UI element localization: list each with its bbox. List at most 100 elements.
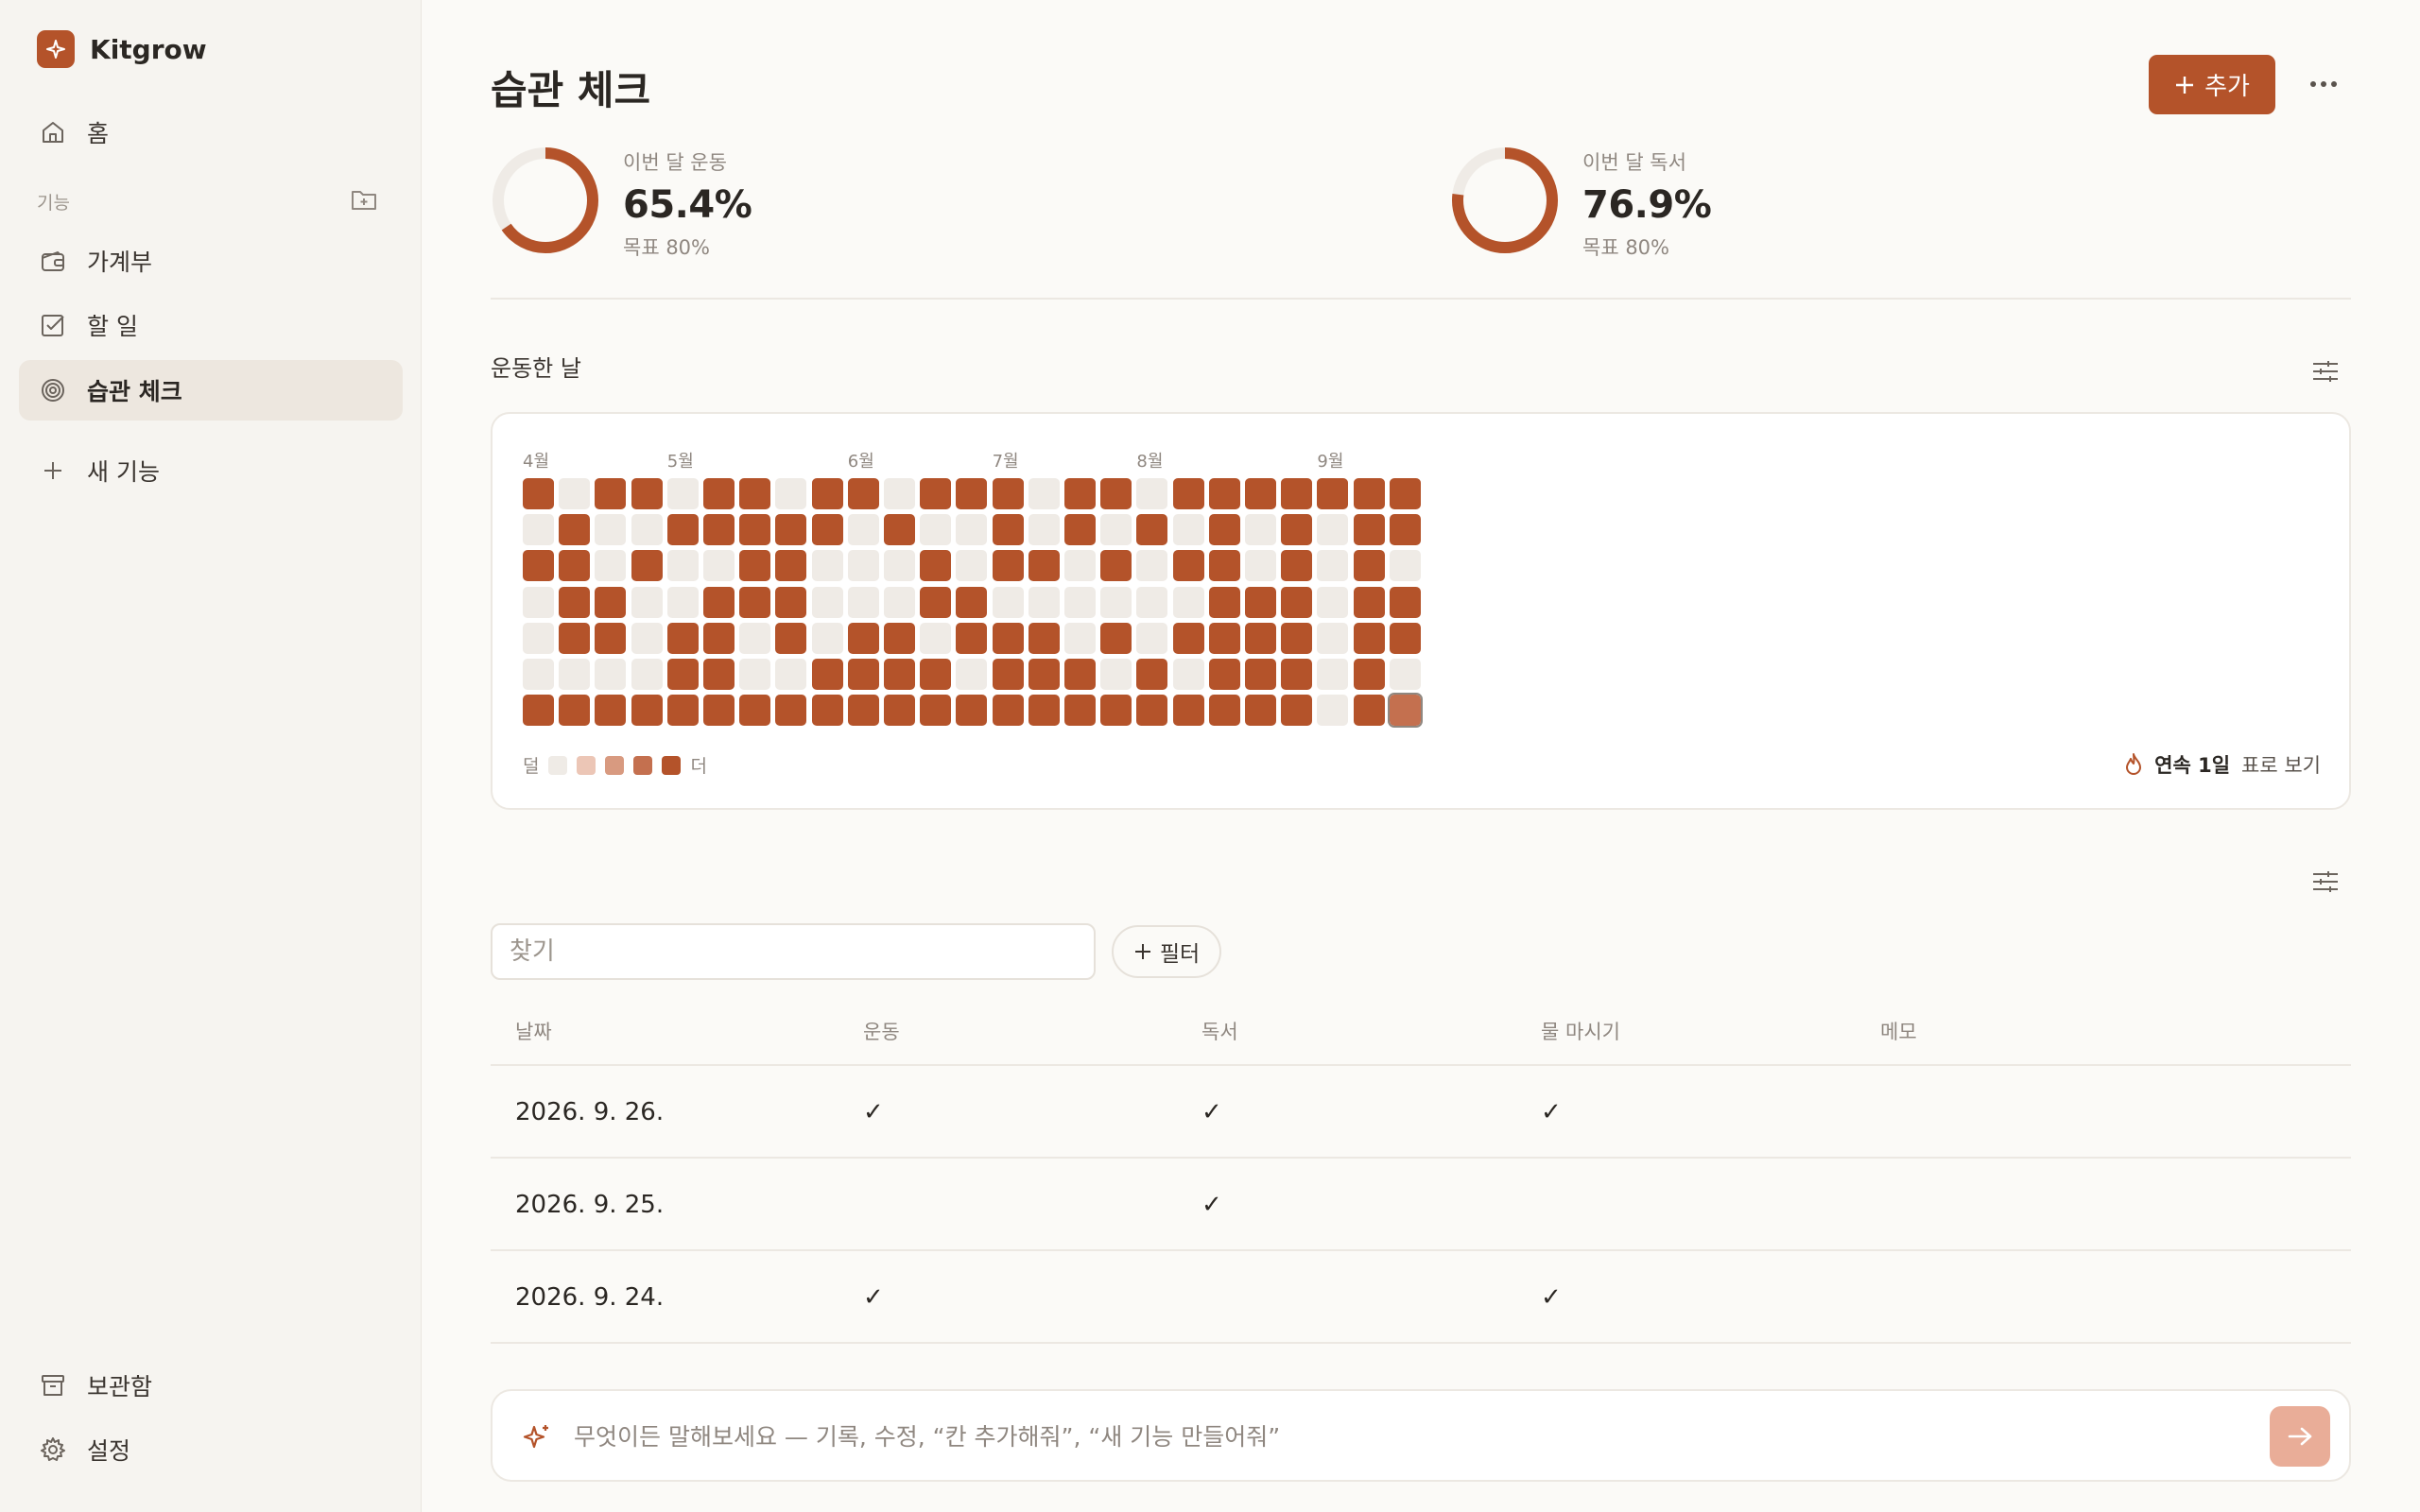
heatmap-cell[interactable] (595, 659, 627, 690)
heatmap-cell[interactable] (1172, 695, 1204, 727)
heatmap-cell[interactable] (523, 659, 554, 690)
heatmap-cell[interactable] (631, 586, 663, 618)
sidebar-item-new-feature[interactable]: 새 기능 (19, 440, 403, 501)
heatmap-cell[interactable] (956, 586, 988, 618)
search-input[interactable] (491, 923, 1096, 980)
heatmap-cell[interactable] (739, 659, 771, 690)
heatmap-cell[interactable] (1208, 514, 1240, 546)
brand[interactable]: Kitgrow (37, 30, 207, 68)
heatmap-cell[interactable] (775, 622, 807, 654)
cell-water[interactable]: ✓ (1541, 1283, 1562, 1312)
table-row[interactable]: 2026. 9. 24. ✓ ✓ (491, 1251, 2351, 1344)
heatmap-cell[interactable] (1389, 659, 1421, 690)
heatmap-cell[interactable] (523, 586, 554, 618)
heatmap-cell[interactable] (847, 514, 879, 546)
heatmap-cell[interactable] (1064, 478, 1096, 509)
more-options-icon[interactable] (2305, 68, 2342, 100)
heatmap-cell[interactable] (1208, 622, 1240, 654)
heatmap-cell[interactable] (884, 659, 915, 690)
heatmap-cell[interactable] (1172, 514, 1204, 546)
heatmap-cell[interactable] (1389, 514, 1421, 546)
heatmap-cell[interactable] (956, 550, 988, 582)
heatmap-cell[interactable] (1136, 659, 1168, 690)
heatmap-cell[interactable] (1317, 586, 1349, 618)
sidebar-item-habit-check[interactable]: 습관 체크 (19, 360, 403, 421)
heatmap-cell[interactable] (956, 695, 988, 727)
heatmap-cell[interactable] (811, 622, 843, 654)
heatmap-cell[interactable] (631, 550, 663, 582)
heatmap-cell[interactable] (631, 659, 663, 690)
heatmap-cell[interactable] (1172, 659, 1204, 690)
heatmap-cell[interactable] (703, 695, 735, 727)
table-view-link[interactable]: 표로 보기 (2241, 750, 2321, 779)
heatmap-cell[interactable] (847, 586, 879, 618)
heatmap-cell[interactable] (559, 478, 591, 509)
heatmap-cell[interactable] (1353, 622, 1385, 654)
heatmap-cell[interactable] (666, 659, 699, 690)
heatmap-cell[interactable] (666, 695, 699, 727)
heatmap-cell[interactable] (775, 695, 807, 727)
sidebar-item-settings[interactable]: 설정 (19, 1419, 403, 1480)
heatmap-cell[interactable] (1208, 695, 1240, 727)
heatmap-cell[interactable] (775, 550, 807, 582)
sliders-icon[interactable] (2308, 868, 2342, 896)
heatmap-cell[interactable] (1028, 659, 1060, 690)
heatmap-cell[interactable] (884, 586, 915, 618)
add-button[interactable]: 추가 (2149, 55, 2275, 114)
heatmap-cell[interactable] (956, 622, 988, 654)
heatmap-cell[interactable] (811, 586, 843, 618)
heatmap-cell[interactable] (1136, 478, 1168, 509)
heatmap-cell[interactable] (1281, 659, 1313, 690)
heatmap-cell[interactable] (992, 586, 1024, 618)
heatmap-cell[interactable] (920, 622, 952, 654)
heatmap-cell[interactable] (1100, 622, 1132, 654)
heatmap-cell[interactable] (956, 478, 988, 509)
heatmap-cell[interactable] (1172, 478, 1204, 509)
heatmap-cell[interactable] (1028, 478, 1060, 509)
heatmap-cell[interactable] (1281, 622, 1313, 654)
heatmap-cell[interactable] (847, 550, 879, 582)
heatmap-cell[interactable] (775, 478, 807, 509)
cell-reading[interactable]: ✓ (1201, 1098, 1222, 1126)
heatmap-cell[interactable] (1317, 478, 1349, 509)
heatmap-cell[interactable] (739, 478, 771, 509)
heatmap-cell[interactable] (739, 514, 771, 546)
heatmap-cell[interactable] (1281, 478, 1313, 509)
heatmap-cell[interactable] (920, 514, 952, 546)
heatmap-cell[interactable] (1208, 478, 1240, 509)
heatmap-cell[interactable] (703, 622, 735, 654)
heatmap-cell[interactable] (992, 514, 1024, 546)
heatmap-cell[interactable] (956, 659, 988, 690)
heatmap-cell[interactable] (1353, 695, 1385, 727)
heatmap-cell[interactable] (1064, 550, 1096, 582)
heatmap-cell[interactable] (739, 586, 771, 618)
heatmap-cell[interactable] (559, 622, 591, 654)
sidebar-item-archive[interactable]: 보관함 (19, 1355, 403, 1416)
heatmap-cell[interactable] (1389, 586, 1421, 618)
heatmap-cell[interactable] (992, 659, 1024, 690)
heatmap-cell[interactable] (1353, 550, 1385, 582)
heatmap-cell[interactable] (1389, 622, 1421, 654)
table-row[interactable]: 2026. 9. 25. ✓ (491, 1159, 2351, 1251)
heatmap-cell[interactable] (595, 478, 627, 509)
heatmap-cell[interactable] (631, 478, 663, 509)
cell-reading[interactable]: ✓ (1201, 1191, 1222, 1219)
heatmap-cell[interactable] (775, 586, 807, 618)
heatmap-cell[interactable] (1353, 586, 1385, 618)
heatmap-cell[interactable] (666, 622, 699, 654)
heatmap-cell[interactable] (666, 586, 699, 618)
heatmap-cell[interactable] (1064, 514, 1096, 546)
heatmap-cell[interactable] (1317, 695, 1349, 727)
heatmap-cell[interactable] (775, 659, 807, 690)
heatmap-cell[interactable] (1317, 622, 1349, 654)
heatmap-cell[interactable] (1208, 550, 1240, 582)
heatmap-cell[interactable] (559, 514, 591, 546)
heatmap-cell[interactable] (847, 695, 879, 727)
heatmap-cell[interactable] (1317, 659, 1349, 690)
chat-input[interactable] (574, 1414, 2162, 1459)
heatmap-cell[interactable] (1245, 550, 1276, 582)
heatmap-cell[interactable] (884, 695, 915, 727)
heatmap-cell[interactable] (703, 514, 735, 546)
heatmap-cell[interactable] (1317, 514, 1349, 546)
heatmap-cell[interactable] (956, 514, 988, 546)
